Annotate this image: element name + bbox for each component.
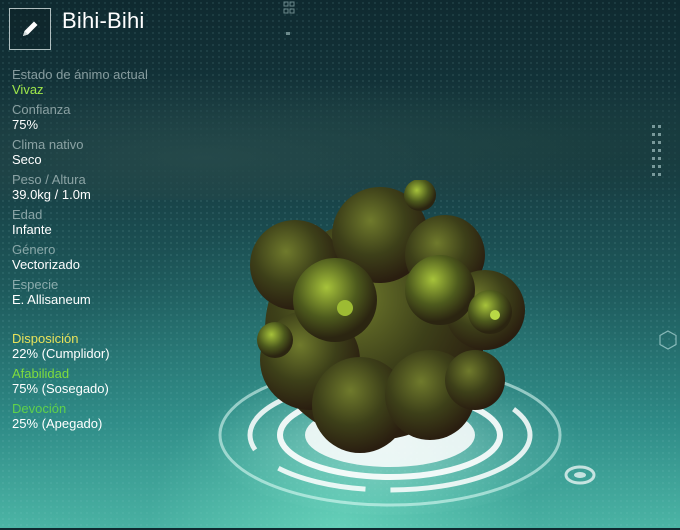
trait-disposition: Disposición 22% (Cumplidor) <box>12 331 242 361</box>
trait-label: Disposición <box>12 331 79 346</box>
stat-label: Estado de ánimo actual <box>12 67 148 82</box>
stat-species: Especie E. Allisaneum <box>12 277 242 307</box>
stat-age: Edad Infante <box>12 207 242 237</box>
trait-devotion: Devoción 25% (Apegado) <box>12 401 242 431</box>
stat-label: Género <box>12 242 56 257</box>
hexagon-icon <box>659 330 677 350</box>
pencil-icon <box>23 21 38 36</box>
stat-value: Infante <box>12 222 52 237</box>
trait-label: Devoción <box>12 401 67 416</box>
stat-label: Clima nativo <box>12 137 84 152</box>
creature-render <box>250 180 525 453</box>
creature-traits: Disposición 22% (Cumplidor) Afabilidad 7… <box>12 331 242 436</box>
stat-label: Confianza <box>12 102 71 117</box>
stat-value: E. Allisaneum <box>12 292 91 307</box>
stat-value: 39.0kg / 1.0m <box>12 187 91 202</box>
trait-value: 25% (Apegado) <box>12 416 103 431</box>
hud-level-bars-icon <box>652 125 661 176</box>
stat-climate: Clima nativo Seco <box>12 137 242 167</box>
stat-value: Vectorizado <box>12 257 80 272</box>
stat-label: Edad <box>12 207 43 222</box>
stat-value: Vivaz <box>12 82 44 97</box>
stat-gender: Género Vectorizado <box>12 242 242 272</box>
stat-value: Seco <box>12 152 42 167</box>
edit-name-button[interactable] <box>9 8 51 50</box>
stat-weight-height: Peso / Altura 39.0kg / 1.0m <box>12 172 242 202</box>
trait-affability: Afabilidad 75% (Sosegado) <box>12 366 242 396</box>
stat-value: 75% <box>12 117 39 132</box>
trait-label: Afabilidad <box>12 366 70 381</box>
stat-mood: Estado de ánimo actual Vivaz <box>12 67 242 97</box>
stat-label: Peso / Altura <box>12 172 86 187</box>
trait-value: 22% (Cumplidor) <box>12 346 110 361</box>
stat-label: Especie <box>12 277 59 292</box>
trait-value: 75% (Sosegado) <box>12 381 109 396</box>
stat-trust: Confianza 75% <box>12 102 242 132</box>
creature-name: Bihi-Bihi <box>62 8 145 33</box>
creature-stats: Estado de ánimo actual Vivaz Confianza 7… <box>12 67 242 312</box>
hud-marker-icon <box>283 1 295 35</box>
